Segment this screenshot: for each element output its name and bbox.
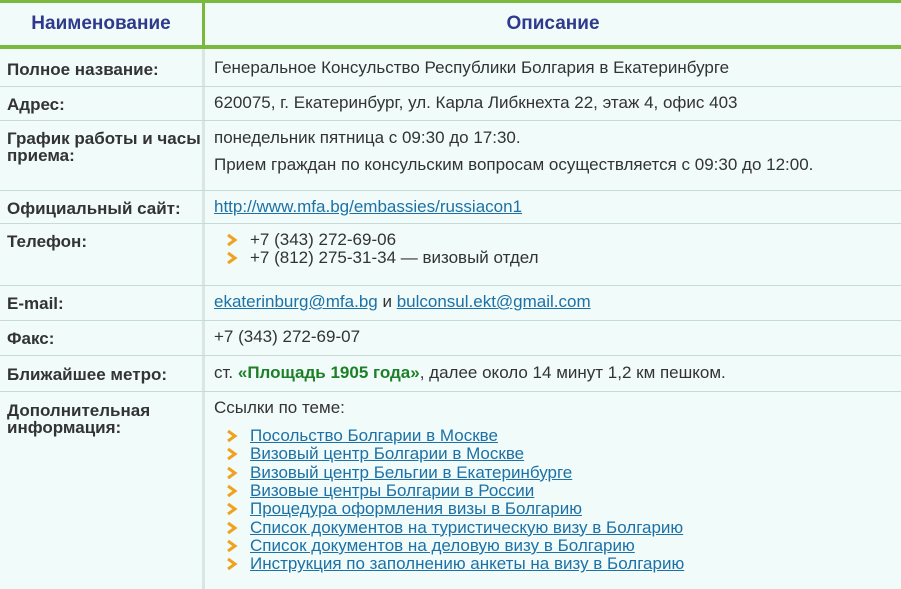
row-phone: Телефон: +7 (343) 272-69-06 +7 (812) 275… (0, 224, 901, 286)
chevron-right-icon (226, 484, 250, 498)
list-item: Визовый центр Бельгии в Екатеринбурге (226, 463, 901, 483)
chevron-right-icon (226, 429, 250, 443)
table-header: Наименование Описание (0, 3, 901, 49)
schedule-line-2: Прием граждан по консульским вопросам ос… (214, 155, 814, 174)
related-link[interactable]: Визовый центр Болгарии в Москве (250, 444, 524, 464)
list-item: Визовые центры Болгарии в России (226, 481, 901, 501)
row-address: Адрес: 620075, г. Екатеринбург, ул. Карл… (0, 87, 901, 121)
chevron-right-icon (226, 539, 250, 553)
list-item: Посольство Болгарии в Москве (226, 426, 901, 446)
chevron-right-icon (226, 233, 250, 247)
chevron-right-icon (226, 466, 250, 480)
list-item: Инструкция по заполнению анкеты на визу … (226, 554, 901, 574)
consulate-info-table: Наименование Описание Полное название: Г… (0, 0, 901, 589)
website-link[interactable]: http://www.mfa.bg/embassies/russiacon1 (214, 197, 522, 216)
row-label: Факс: (0, 321, 205, 355)
chevron-right-icon (226, 502, 250, 516)
related-link[interactable]: Список документов на деловую визу в Болг… (250, 536, 635, 556)
list-item: Список документов на туристическую визу … (226, 518, 901, 538)
row-label: E-mail: (0, 286, 205, 320)
row-label: Официальный сайт: (0, 191, 205, 223)
list-item: Список документов на деловую визу в Болг… (226, 536, 901, 556)
row-label: Адрес: (0, 87, 205, 120)
full-name-value: Генеральное Консульство Республики Болга… (214, 58, 730, 77)
phone-number: +7 (812) 275-31-34 — визовый отдел (250, 248, 539, 268)
row-label: Полное название: (0, 49, 205, 86)
fax-value: +7 (343) 272-69-07 (214, 327, 361, 346)
header-description-column: Описание (506, 13, 600, 34)
row-fax: Факс: +7 (343) 272-69-07 (0, 321, 901, 356)
row-metro: Ближайшее метро: ст. «Площадь 1905 года»… (0, 356, 901, 392)
email-separator: и (377, 292, 397, 311)
chevron-right-icon (226, 447, 250, 461)
related-link[interactable]: Посольство Болгарии в Москве (250, 426, 498, 446)
address-value: 620075, г. Екатеринбург, ул. Карла Либкн… (214, 93, 738, 112)
row-label: Ближайшее метро: (0, 356, 205, 391)
phone-number: +7 (343) 272-69-06 (250, 230, 397, 250)
links-intro: Ссылки по теме: (214, 398, 345, 417)
related-link[interactable]: Визовые центры Болгарии в России (250, 481, 534, 501)
email-link-2[interactable]: bulconsul.ekt@gmail.com (397, 292, 591, 311)
list-item: +7 (343) 272-69-06 (226, 230, 901, 250)
chevron-right-icon (226, 557, 250, 571)
schedule-line-1: понедельник пятница с 09:30 до 17:30. (214, 128, 521, 147)
related-link[interactable]: Список документов на туристическую визу … (250, 518, 683, 538)
row-label: Телефон: (0, 224, 205, 285)
related-link[interactable]: Процедура оформления визы в Болгарию (250, 499, 582, 519)
row-label: График работы и часы приема: (0, 121, 205, 190)
related-link[interactable]: Визовый центр Бельгии в Екатеринбурге (250, 463, 572, 483)
row-schedule: График работы и часы приема: понедельник… (0, 121, 901, 191)
chevron-right-icon (226, 251, 250, 265)
email-link-1[interactable]: ekaterinburg@mfa.bg (214, 292, 378, 311)
metro-suffix: , далее около 14 минут 1,2 км пешком. (419, 363, 726, 382)
header-name-column: Наименование (0, 3, 205, 45)
list-item: Процедура оформления визы в Болгарию (226, 499, 901, 519)
row-label: Дополнительная информация: (0, 392, 205, 589)
metro-prefix: ст. (214, 363, 238, 382)
list-item: +7 (812) 275-31-34 — визовый отдел (226, 248, 901, 268)
related-link[interactable]: Инструкция по заполнению анкеты на визу … (250, 554, 684, 574)
row-website: Официальный сайт: http://www.mfa.bg/emba… (0, 191, 901, 224)
chevron-right-icon (226, 521, 250, 535)
row-email: E-mail: ekaterinburg@mfa.bg и bulconsul.… (0, 286, 901, 321)
metro-station: «Площадь 1905 года» (237, 363, 420, 382)
row-additional: Дополнительная информация: Ссылки по тем… (0, 392, 901, 589)
row-full-name: Полное название: Генеральное Консульство… (0, 49, 901, 87)
list-item: Визовый центр Болгарии в Москве (226, 444, 901, 464)
